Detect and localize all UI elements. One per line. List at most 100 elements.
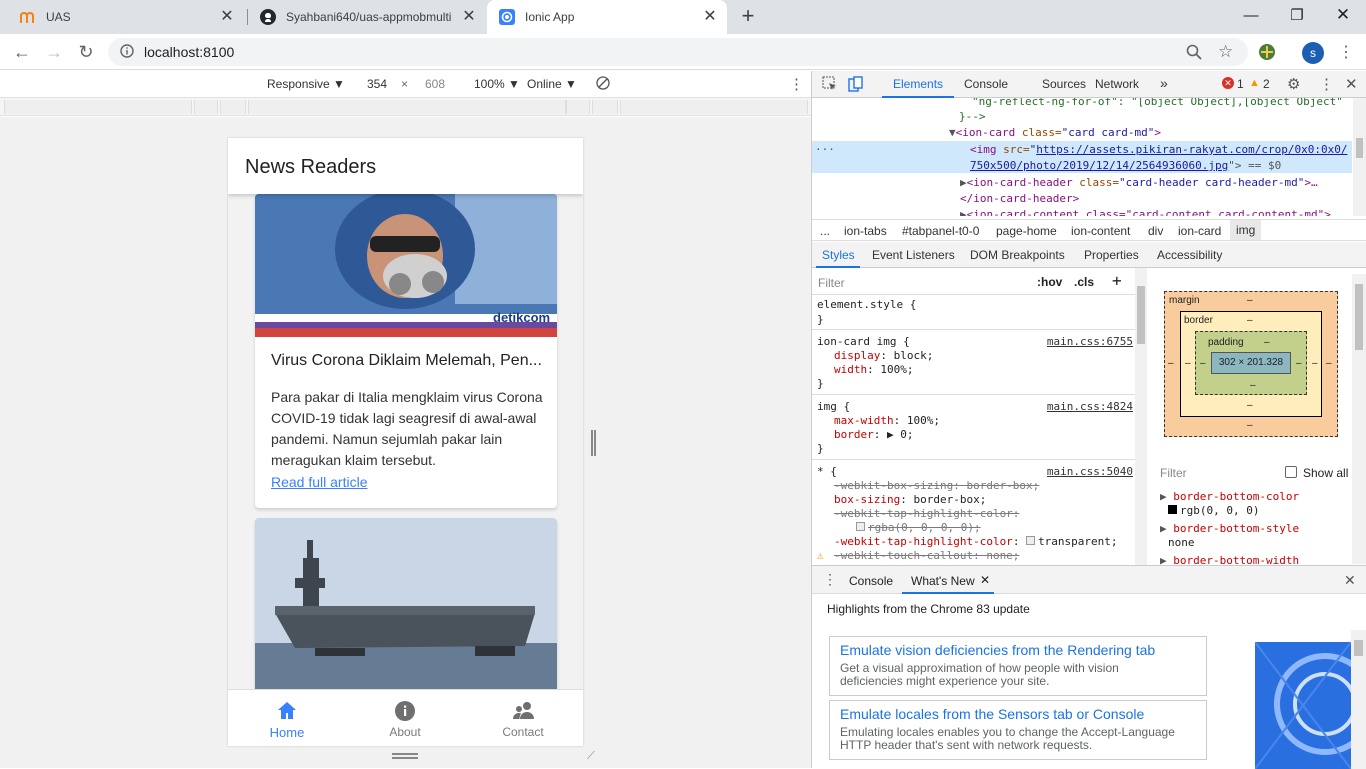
whats-new-title[interactable]: Emulate locales from the Sensors tab or … [840,706,1144,722]
drawer-menu-icon[interactable]: ⋮ [823,571,837,588]
close-window-icon[interactable]: ✕ [1320,0,1366,30]
tab-event-listeners[interactable]: Event Listeners [872,248,955,262]
style-declaration-overridden[interactable]: -webkit-tap-highlight-color: [834,507,1019,520]
tab-properties[interactable]: Properties [1084,248,1139,262]
show-all-checkbox[interactable] [1285,466,1297,478]
computed-filter-input[interactable]: Filter [1160,466,1187,480]
tab-home[interactable]: Home [228,690,346,746]
maximize-icon[interactable]: ❐ [1274,0,1320,30]
close-devtools-icon[interactable]: ✕ [1345,75,1358,93]
close-tab-icon[interactable]: ✕ [701,8,719,26]
minimize-icon[interactable]: — [1228,0,1274,30]
network-throttle-select[interactable]: Online ▼ [527,77,577,91]
chrome-menu-icon[interactable]: ⋮ [1338,42,1354,62]
crumb[interactable]: ... [820,224,830,238]
resize-handle-right[interactable] [591,430,596,456]
class-toggle[interactable]: .cls [1074,275,1094,289]
tab-dom-breakpoints[interactable]: DOM Breakpoints [970,248,1065,262]
tab-network[interactable]: Network [1095,77,1139,91]
close-drawer-icon[interactable]: ✕ [1344,572,1356,589]
drawer-scrollbar[interactable] [1351,630,1366,769]
tab-contact[interactable]: Contact [464,690,582,746]
browser-tab-ionic[interactable]: Ionic App ✕ [487,0,727,34]
inspect-element-icon[interactable] [822,76,838,95]
rotate-icon[interactable] [596,76,610,93]
whats-new-item[interactable]: Emulate locales from the Sensors tab or … [829,700,1207,760]
crumb[interactable]: page-home [996,224,1057,238]
style-declaration[interactable]: border: ▶ 0; [834,428,914,441]
forward-icon[interactable]: → [42,40,66,64]
style-declaration[interactable]: max-width: 100%; [834,414,940,427]
close-tab-icon[interactable]: ✕ [460,8,478,26]
style-declaration-overridden[interactable]: rgba(0, 0, 0, 0); [856,521,981,534]
tree-line-img-cont[interactable]: 750x500/photo/2019/12/14/2564936060.jpg"… [970,159,1281,172]
new-tab-icon[interactable]: + [737,5,759,27]
tree-line-card-header[interactable]: ▶<ion-card-header class="card-header car… [960,176,1318,189]
style-declaration[interactable]: display: block; [834,349,933,362]
tree-line-ion-card[interactable]: ▼<ion-card class="card card-md"> [949,126,1161,139]
browser-tab-github[interactable]: Syahbani640/uas-appmobmulti ✕ [248,0,486,34]
warning-icon[interactable]: ▲ [1249,77,1260,89]
computed-property[interactable]: ▶ border-bottom-color [1160,490,1299,503]
crumb[interactable]: div [1148,224,1163,238]
device-toolbar-menu-icon[interactable]: ⋮ [789,75,804,93]
whats-new-title[interactable]: Emulate vision deficiencies from the Ren… [840,642,1155,658]
node-actions-icon[interactable]: ··· [815,143,835,156]
crumb[interactable]: ion-content [1071,224,1130,238]
style-declaration-overridden[interactable]: -webkit-box-sizing: border-box; [834,479,1039,492]
computed-property[interactable]: ▶ border-bottom-style [1160,522,1299,535]
style-source-link[interactable]: main.css:6755 [1047,335,1133,348]
device-toggle-icon[interactable] [848,76,864,95]
style-rule-selector[interactable]: img { [817,400,850,413]
style-rule-selector[interactable]: * { [817,465,837,478]
resize-handle-bottom[interactable] [392,753,418,759]
tree-line-img[interactable]: <img src="https://assets.pikiran-rakyat.… [970,143,1348,156]
new-rule-icon[interactable]: + [1112,271,1122,290]
close-tab-icon[interactable]: ✕ [218,8,236,26]
crumb-selected[interactable]: img [1230,220,1262,240]
read-full-article-link[interactable]: Read full article [271,474,368,490]
info-icon[interactable] [120,43,134,61]
whats-new-item[interactable]: Emulate vision deficiencies from the Ren… [829,636,1207,696]
drawer-tab-whats-new[interactable]: What's New [911,574,975,588]
style-declaration[interactable]: width: 100%; [834,363,914,376]
extension-icon[interactable] [1258,43,1276,64]
crumb[interactable]: #tabpanel-t0-0 [902,224,979,238]
tab-sources[interactable]: Sources [1042,77,1086,91]
settings-gear-icon[interactable]: ⚙ [1287,75,1300,93]
crumb[interactable]: ion-card [1178,224,1221,238]
devtools-menu-icon[interactable]: ⋮ [1319,75,1334,93]
drawer-tab-console[interactable]: Console [849,574,893,588]
style-declaration[interactable]: -webkit-tap-highlight-color: transparent… [834,535,1118,548]
crumb[interactable]: ion-tabs [844,224,887,238]
style-source-link[interactable]: main.css:4824 [1047,400,1133,413]
style-rule-selector[interactable]: ion-card img { [817,335,910,348]
elements-tree[interactable]: "ng-reflect-ng-for-of": "[object Object]… [812,98,1352,216]
styles-scrollbar[interactable] [1135,268,1147,565]
tab-accessibility[interactable]: Accessibility [1157,248,1222,262]
styles-filter-input[interactable]: Filter [818,276,845,290]
zoom-icon[interactable] [1186,44,1202,63]
tab-console[interactable]: Console [964,77,1008,91]
device-height-input[interactable]: 608 [425,77,445,91]
tab-styles[interactable]: Styles [822,248,855,262]
style-declaration[interactable]: box-sizing: border-box; [834,493,986,506]
browser-tab-uas[interactable]: UAS ✕ [8,0,244,34]
address-bar[interactable]: localhost:8100 ☆ [108,38,1248,66]
bookmark-star-icon[interactable]: ☆ [1218,42,1233,62]
device-width-input[interactable]: 354 [367,77,387,91]
error-icon[interactable]: ✕ [1222,77,1234,89]
resize-corner-icon[interactable]: ⟋ [587,750,595,763]
back-icon[interactable]: ← [10,40,34,64]
profile-avatar[interactable]: s [1302,42,1324,64]
device-mode-select[interactable]: Responsive ▼ [267,77,345,91]
zoom-select[interactable]: 100% ▼ [474,77,520,91]
tab-about[interactable]: About [346,690,464,746]
hover-state-toggle[interactable]: :hov [1037,275,1062,289]
tree-line-card-content[interactable]: ▶<ion-card-content class="card-content c… [960,208,1331,216]
computed-property[interactable]: ▶ border-bottom-width [1160,554,1299,565]
tree-scrollbar[interactable] [1353,98,1366,216]
style-source-link[interactable]: main.css:5040 [1047,465,1133,478]
style-declaration-overridden[interactable]: -webkit-touch-callout: none; [834,549,1019,562]
media-query-ruler[interactable] [0,98,811,116]
